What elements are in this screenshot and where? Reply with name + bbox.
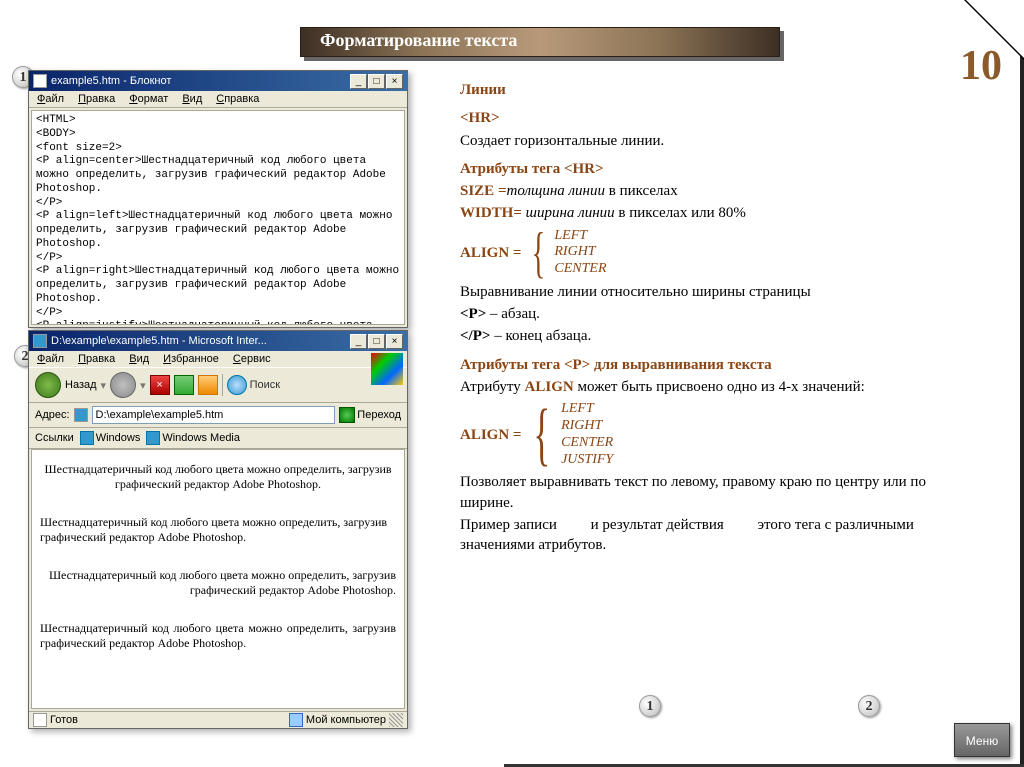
menu-service[interactable]: Сервис: [227, 352, 277, 366]
align-brace-2: ALIGN = { LEFT RIGHT CENTER JUSTIFY: [460, 401, 980, 468]
notepad-menu: Файл Правка Формат Вид Справка: [29, 91, 407, 108]
menu-edit[interactable]: Правка: [72, 352, 121, 366]
favicon-icon: [80, 431, 94, 445]
close-button[interactable]: ×: [386, 334, 403, 349]
ie-status-bar: Готов Мой компьютер: [29, 711, 407, 728]
p-attributes-heading: Атрибуты тега <P> для выравнивания текст…: [460, 355, 980, 375]
go-button[interactable]: Переход: [339, 407, 401, 423]
ie-app-icon: [33, 334, 47, 348]
notepad-titlebar: example5.htm - Блокнот _ □ ×: [29, 71, 407, 91]
home-button[interactable]: [198, 375, 218, 395]
code-line: </P>: [36, 197, 400, 211]
p-attr-desc: Атрибуту ALIGN может быть присвоено одно…: [460, 377, 980, 397]
menu-file[interactable]: Файл: [31, 352, 70, 366]
notepad-window: example5.htm - Блокнот _ □ × Файл Правка…: [28, 70, 408, 328]
address-label: Адрес:: [35, 409, 70, 421]
notepad-text-area[interactable]: <HTML> <BODY> <font size=2> <P align=cen…: [31, 110, 405, 325]
resize-grip-icon[interactable]: [389, 713, 403, 727]
code-line: <font size=2>: [36, 142, 400, 156]
size-attr: SIZE =толщина линии в пикселах: [460, 181, 980, 201]
page-icon: [74, 408, 88, 422]
menu-view[interactable]: Вид: [123, 352, 155, 366]
paragraph-left: Шестнадцатеричный код любого цвета можно…: [40, 515, 396, 545]
heading-lines: Линии: [460, 80, 980, 100]
menu-view[interactable]: Вид: [176, 92, 208, 106]
forward-button[interactable]: [110, 372, 136, 398]
favicon-icon: [146, 431, 160, 445]
address-input[interactable]: [92, 406, 336, 424]
justify-desc: Позволяет выравнивать текст по левому, п…: [460, 472, 980, 513]
close-button[interactable]: ×: [386, 74, 403, 89]
align-brace-1: ALIGN = { LEFT RIGHT CENTER: [460, 228, 980, 278]
p-close: </P> – конец абзаца.: [460, 326, 980, 346]
code-line: </P>: [36, 252, 400, 266]
code-line: <P align=left>Шестнадцатеричный код любо…: [36, 210, 400, 251]
computer-icon: [289, 713, 303, 727]
page-side-border: [1020, 0, 1024, 767]
menu-format[interactable]: Формат: [123, 92, 174, 106]
code-line: </P>: [36, 307, 400, 321]
zone-label: Мой компьютер: [306, 714, 386, 726]
ie-title-text: D:\example\example5.htm - Microsoft Inte…: [51, 331, 267, 351]
paragraph-justify: Шестнадцатеричный код любого цвета можно…: [40, 621, 396, 651]
link-windows[interactable]: Windows: [80, 431, 141, 445]
width-attr: WIDTH= ширина линии в пикселах или 80%: [460, 203, 980, 223]
hr-desc: Создает горизонтальные линии.: [460, 131, 980, 151]
stop-button[interactable]: ×: [150, 375, 170, 395]
search-label: Поиск: [250, 379, 280, 391]
ie-content-area: Шестнадцатеричный код любого цвета можно…: [31, 449, 405, 709]
code-line: <P align=justify>Шестнадцатеричный код л…: [36, 320, 400, 325]
menu-help[interactable]: Справка: [210, 92, 265, 106]
menu-file[interactable]: Файл: [31, 92, 70, 106]
windows-flag-icon: [371, 353, 403, 385]
menu-button[interactable]: Меню: [954, 723, 1010, 757]
notepad-title-text: example5.htm - Блокнот: [51, 71, 171, 91]
p-open: <P> – абзац.: [460, 304, 980, 324]
marker-inline-2: 2: [858, 695, 880, 717]
back-label: Назад: [65, 379, 97, 391]
code-line: <BODY>: [36, 128, 400, 142]
paragraph-center: Шестнадцатеричный код любого цвета можно…: [40, 462, 396, 492]
ie-address-bar: Адрес: Переход: [29, 403, 407, 428]
link-windows-media[interactable]: Windows Media: [146, 431, 240, 445]
slide-title: Форматирование текста: [320, 30, 517, 51]
search-button[interactable]: Поиск: [227, 375, 280, 395]
menu-edit[interactable]: Правка: [72, 92, 121, 106]
ie-toolbar: Назад ▾ ▾ × Поиск: [29, 367, 407, 403]
minimize-button[interactable]: _: [350, 74, 367, 89]
code-line: <P align=center>Шестнадцатеричный код лю…: [36, 155, 400, 196]
ie-titlebar: D:\example\example5.htm - Microsoft Inte…: [29, 331, 407, 351]
document-icon: [33, 713, 47, 727]
ie-menu: Файл Правка Вид Избранное Сервис: [29, 351, 407, 367]
minimize-button[interactable]: _: [350, 334, 367, 349]
refresh-button[interactable]: [174, 375, 194, 395]
paragraph-right: Шестнадцатеричный код любого цвета можно…: [40, 568, 396, 598]
ie-window: D:\example\example5.htm - Microsoft Inte…: [28, 330, 408, 729]
links-label: Ссылки: [35, 432, 74, 444]
back-button[interactable]: [35, 372, 61, 398]
go-arrow-icon: [339, 407, 355, 423]
example-line: Пример записи и результат действия этого…: [460, 515, 980, 556]
align-desc: Выравнивание линии относительно ширины с…: [460, 282, 980, 302]
code-line: <P align=right>Шестнадцатеричный код люб…: [36, 265, 400, 306]
maximize-button[interactable]: □: [368, 334, 385, 349]
ie-links-bar: Ссылки Windows Windows Media: [29, 428, 407, 449]
hr-tag-label: <HR>: [460, 108, 980, 128]
hr-attributes-heading: Атрибуты тега <HR>: [460, 159, 980, 179]
menu-favorites[interactable]: Избранное: [157, 352, 225, 366]
go-label: Переход: [357, 409, 401, 421]
marker-inline-1: 1: [639, 695, 661, 717]
code-line: <HTML>: [36, 114, 400, 128]
search-icon: [227, 375, 247, 395]
status-text: Готов: [50, 714, 78, 726]
maximize-button[interactable]: □: [368, 74, 385, 89]
content-column: Линии <HR> Создает горизонтальные линии.…: [460, 72, 980, 557]
notepad-app-icon: [33, 74, 47, 88]
